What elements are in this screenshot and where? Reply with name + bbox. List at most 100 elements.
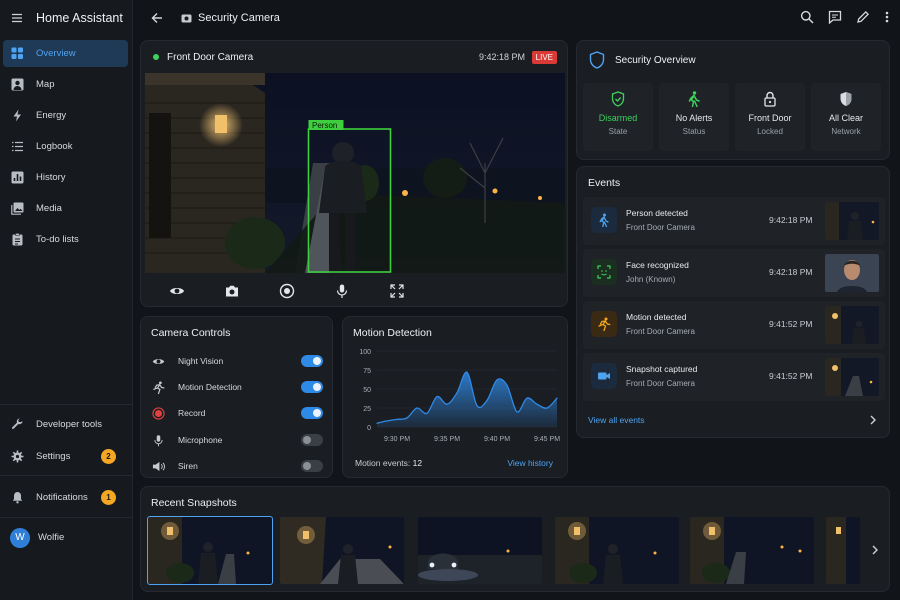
chevron-right-icon[interactable] (871, 545, 879, 555)
motion-data-point (376, 422, 378, 424)
wrench-icon (10, 418, 24, 432)
security-overview-card: Security Overview Disarmed State No Aler… (576, 40, 890, 160)
event-thumbnail[interactable] (825, 358, 879, 396)
security-tile-network[interactable]: All Clear Network (811, 83, 881, 151)
sidebar-item-energy[interactable]: Energy (3, 102, 128, 129)
assist-chat-icon[interactable] (828, 10, 842, 24)
camera-icon[interactable] (224, 283, 240, 299)
siren-toggle[interactable] (301, 460, 323, 472)
sidebar-item-settings[interactable]: Settings 2 (3, 443, 128, 470)
snapshot-thumbnail[interactable] (826, 517, 860, 584)
sidebar-item-label: To-do lists (36, 234, 79, 245)
motion-data-point (386, 420, 388, 422)
sidebar-item-user[interactable]: W Wolfie (3, 524, 128, 551)
sidebar-header: Home Assistant (0, 0, 132, 36)
online-status-dot (153, 54, 159, 60)
y-tick-label: 100 (359, 349, 371, 356)
list-icon (10, 140, 24, 154)
top-bar: Security Camera (133, 0, 900, 36)
sidebar-item-overview[interactable]: Overview (3, 40, 128, 67)
search-icon[interactable] (800, 10, 814, 24)
snapshot-thumbnail[interactable] (147, 516, 273, 585)
security-tile-state[interactable]: Disarmed State (583, 83, 653, 151)
sidebar-item-map[interactable]: Map (3, 71, 128, 98)
shield-outline-icon (589, 51, 605, 69)
topbar-actions (800, 10, 890, 24)
motion-detection-card: Motion Detection 0 25 50 75 100 9:30 PM 9:35 P… (342, 316, 568, 478)
night-vision-toggle[interactable] (301, 355, 323, 367)
event-time: 9:42:18 PM (769, 267, 813, 277)
view-all-events-link[interactable]: View all events (588, 415, 645, 425)
x-tick-label: 9:40 PM (484, 436, 510, 443)
record-icon[interactable] (279, 283, 295, 299)
snapshot-thumbnail[interactable] (555, 517, 679, 584)
motion-data-point (416, 407, 418, 409)
event-subtitle: Front Door Camera (626, 327, 695, 336)
live-badge: LIVE (531, 50, 557, 64)
map-person-icon (10, 78, 24, 92)
motion-title: Motion Detection (353, 327, 432, 339)
shield-check-icon (583, 91, 653, 107)
speaker-icon (151, 460, 165, 473)
microphone-icon[interactable] (334, 283, 350, 299)
event-row[interactable]: Motion detected Front Door Camera 9:41:5… (583, 301, 885, 349)
motion-events-count: 12 (412, 458, 423, 468)
chevron-right-icon[interactable] (869, 415, 877, 425)
camera-controls-card: Camera Controls Night Vision Motion Dete… (140, 316, 333, 478)
y-tick-label: 50 (363, 387, 371, 394)
eye-icon (151, 355, 165, 368)
security-tile-value: Front Door (748, 113, 792, 123)
more-vertical-icon[interactable] (884, 10, 890, 24)
sidebar-item-label: Notifications (36, 492, 88, 503)
record-toggle[interactable] (301, 407, 323, 419)
control-row-record: Record (151, 404, 327, 422)
sidebar-item-history[interactable]: History (3, 164, 128, 191)
menu-icon[interactable] (10, 11, 24, 25)
security-title: Security Overview (615, 54, 696, 66)
security-tile-label: Locked (757, 127, 783, 136)
sidebar-item-label: History (36, 172, 66, 183)
event-row[interactable]: Person detected Front Door Camera 9:42:1… (583, 197, 885, 245)
sidebar-item-media[interactable]: Media (3, 195, 128, 222)
motion-data-point (506, 384, 508, 386)
event-subtitle: Front Door Camera (626, 379, 695, 388)
motion-data-point (456, 392, 458, 394)
camera-live-view[interactable]: Person (145, 73, 565, 273)
security-tile-value: Disarmed (598, 113, 638, 123)
events-title: Events (588, 177, 621, 189)
event-row[interactable]: Face recognized John (Known) 9:42:18 PM (583, 249, 885, 297)
snapshot-thumbnail[interactable] (690, 517, 814, 584)
control-label: Record (178, 408, 206, 418)
sidebar-item-label: Developer tools (36, 419, 103, 430)
snapshot-thumbnail[interactable] (280, 517, 404, 584)
pencil-icon[interactable] (856, 10, 870, 24)
event-row[interactable]: Snapshot captured Front Door Camera 9:41… (583, 353, 885, 401)
fullscreen-icon[interactable] (389, 283, 405, 299)
motion-data-point (556, 397, 558, 399)
sidebar-item-notifications[interactable]: Notifications 1 (3, 484, 128, 511)
view-history-link[interactable]: View history (507, 458, 553, 468)
snapshots-title: Recent Snapshots (151, 497, 237, 509)
sidebar-item-todo[interactable]: To-do lists (3, 226, 128, 253)
eye-icon[interactable] (169, 283, 185, 299)
snapshot-thumbnail[interactable] (418, 517, 542, 584)
security-tile-value: All Clear (828, 113, 863, 123)
event-thumbnail[interactable] (825, 306, 879, 344)
sidebar-divider (0, 517, 133, 518)
sidebar-item-logbook[interactable]: Logbook (3, 133, 128, 160)
security-tile-value: No Alerts (675, 113, 713, 123)
sidebar-item-developer-tools[interactable]: Developer tools (3, 411, 128, 438)
security-tile-status[interactable]: No Alerts Status (659, 83, 729, 151)
camera-name: Front Door Camera (167, 51, 254, 63)
camera-controls-title: Camera Controls (151, 327, 231, 339)
event-thumbnail[interactable] (825, 202, 879, 240)
security-tile-lock[interactable]: Front Door Locked (735, 83, 805, 151)
event-thumbnail[interactable] (825, 254, 879, 292)
back-arrow-icon[interactable] (151, 12, 163, 24)
microphone-toggle[interactable] (301, 434, 323, 446)
cctv-icon (181, 13, 192, 24)
y-tick-label: 25 (363, 406, 371, 413)
motion-chart: 0 25 50 75 100 9:30 PM 9:35 PM 9:40 PM 9:45 PM (359, 349, 560, 443)
motion-detection-toggle[interactable] (301, 381, 323, 393)
event-title: Motion detected (626, 312, 687, 322)
